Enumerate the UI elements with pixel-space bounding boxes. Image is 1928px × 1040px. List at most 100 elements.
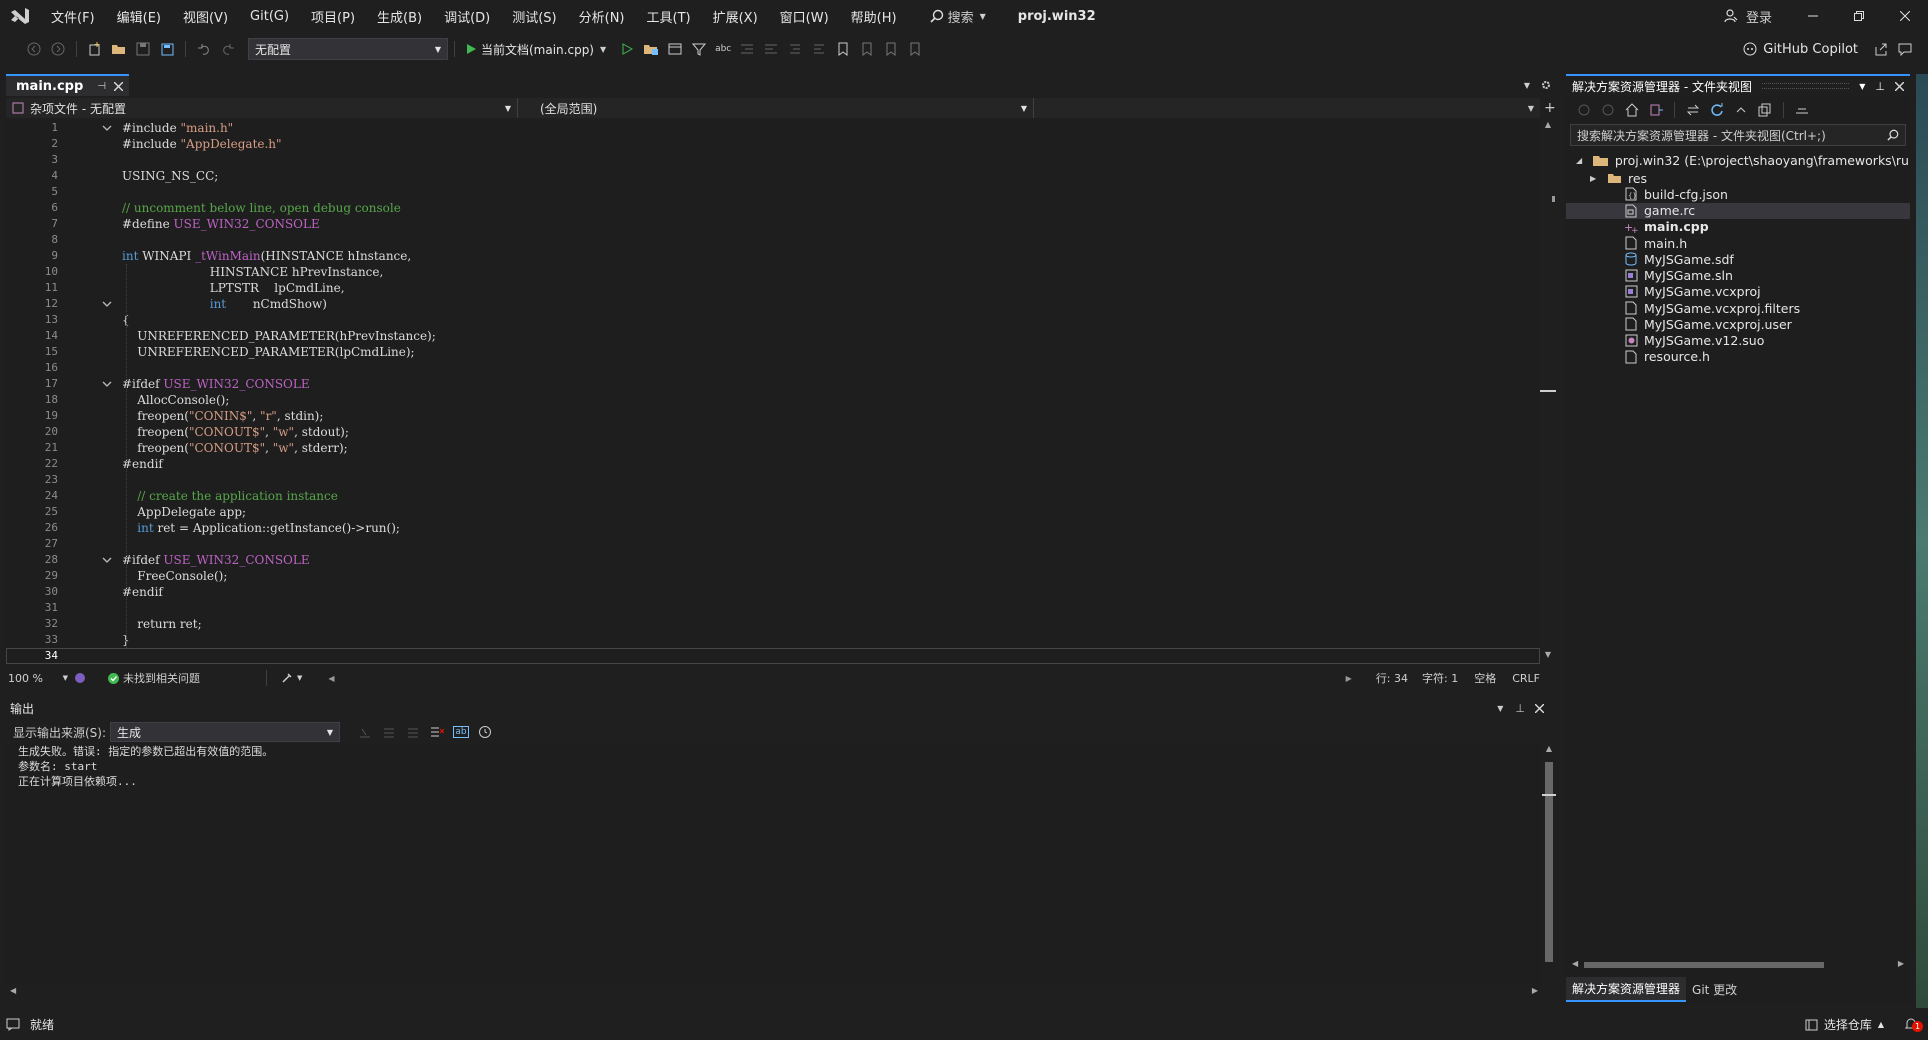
fold-toggle-icon[interactable] (102, 552, 114, 568)
code-line[interactable]: 14 UNREFERENCED_PARAMETER(hPrevInstance)… (6, 328, 1540, 344)
code-line[interactable]: 28 #ifdef USE_WIN32_CONSOLE (6, 552, 1540, 568)
search-icon[interactable] (1887, 129, 1899, 141)
menu-item[interactable]: 文件(F) (40, 0, 106, 32)
menu-item[interactable]: 编辑(E) (106, 0, 172, 32)
scroll-left-arrow-icon[interactable]: ◀ (10, 986, 16, 995)
word-wrap-icon[interactable]: ab (450, 721, 472, 743)
uncomment-icon[interactable] (808, 38, 830, 60)
code-line[interactable]: 6 // uncomment below line, open debug con… (6, 200, 1540, 216)
code-line[interactable]: 5 (6, 184, 1540, 200)
tab-git-changes[interactable]: Git 更改 (1686, 978, 1743, 1001)
layout-icon[interactable] (664, 38, 686, 60)
next-bookmark-icon[interactable] (880, 38, 902, 60)
code-line[interactable]: 10 HINSTANCE hPrevInstance, (6, 264, 1540, 280)
code-line[interactable]: 25 AppDelegate app; (6, 504, 1540, 520)
close-panel-icon[interactable] (1535, 703, 1544, 713)
visual-studio-logo-icon[interactable] (0, 0, 40, 32)
collapse-all-icon[interactable] (1730, 99, 1752, 121)
intellicode-icon[interactable] (74, 672, 86, 684)
code-line[interactable]: 15 UNREFERENCED_PARAMETER(lpCmdLine); (6, 344, 1540, 360)
symbol-scope-select[interactable]: (全局范围) ▼ (534, 98, 1034, 118)
code-line[interactable]: 24 // create the application instance (6, 488, 1540, 504)
menu-item[interactable]: 窗口(W) (769, 0, 840, 32)
tree-item[interactable]: MyJSGame.sln (1566, 268, 1910, 284)
tab-main-cpp[interactable]: main.cpp ⊣ (6, 74, 130, 96)
code-line[interactable]: 19 freopen("CONIN$", "r", stdin); (6, 408, 1540, 424)
expand-arrow-icon[interactable]: ▶ (1590, 174, 1604, 183)
scroll-left-arrow-icon[interactable]: ◀ (328, 674, 334, 683)
tree-item[interactable]: MyJSGame.vcxproj.filters (1566, 300, 1910, 316)
tree-item[interactable]: MyJSGame.v12.suo (1566, 333, 1910, 349)
open-file-icon[interactable] (108, 38, 130, 60)
code-line[interactable]: 27 (6, 536, 1540, 552)
tree-item[interactable]: resource.h (1566, 349, 1910, 365)
fold-toggle-icon[interactable] (102, 296, 114, 312)
code-line[interactable]: 34 (6, 648, 1540, 664)
code-line[interactable]: 23 (6, 472, 1540, 488)
menu-item[interactable]: 分析(N) (568, 0, 636, 32)
code-line[interactable]: 13{ (6, 312, 1540, 328)
output-source-select[interactable]: 生成 ▼ (110, 722, 341, 742)
code-line[interactable]: 22 #endif (6, 456, 1540, 472)
feedback-icon[interactable] (1894, 38, 1916, 60)
code-line[interactable]: 31 (6, 600, 1540, 616)
properties-icon[interactable] (1791, 99, 1813, 121)
notifications-button[interactable]: 1 (1904, 1017, 1923, 1032)
tree-item[interactable]: + + main.cpp (1566, 219, 1910, 235)
sync-icon[interactable] (1682, 99, 1704, 121)
next-message-icon[interactable] (402, 721, 424, 743)
scroll-thumb[interactable] (1584, 962, 1824, 968)
solution-horizontal-scrollbar[interactable]: ◀ ▶ (1566, 958, 1910, 972)
indentation-mode[interactable]: 空格 (1474, 670, 1496, 686)
github-copilot-button[interactable]: GitHub Copilot (1737, 38, 1864, 60)
open-folder-icon[interactable] (640, 38, 662, 60)
tree-root-folder[interactable]: ◢ proj.win32 (E:\project\shaoyang\framew… (1566, 150, 1910, 170)
menu-item[interactable]: 项目(P) (300, 0, 366, 32)
code-line[interactable]: 33} (6, 632, 1540, 648)
menu-item[interactable]: 扩展(X) (702, 0, 769, 32)
clock-icon[interactable] (474, 721, 496, 743)
tree-item[interactable]: game.rc (1566, 202, 1910, 219)
start-without-debugging-icon[interactable] (616, 38, 638, 60)
menu-item[interactable]: 调试(D) (433, 0, 501, 32)
share-icon[interactable] (1870, 38, 1892, 60)
chevron-down-icon[interactable]: ▼ (1497, 704, 1503, 713)
menu-item[interactable]: 帮助(H) (840, 0, 908, 32)
scroll-right-arrow-icon[interactable]: ▶ (1532, 986, 1538, 995)
code-line[interactable]: 17 #ifdef USE_WIN32_CONSOLE (6, 376, 1540, 392)
code-line[interactable]: 3 (6, 152, 1540, 168)
show-all-files-icon[interactable] (1754, 99, 1776, 121)
home-icon[interactable] (1621, 99, 1643, 121)
brush-icon[interactable] (281, 672, 293, 684)
close-panel-icon[interactable] (1895, 81, 1904, 91)
code-line[interactable]: 1 #include "main.h" (6, 120, 1540, 136)
save-icon[interactable] (132, 38, 154, 60)
start-debugging-button[interactable]: 当前文档(main.cpp) ▼ (461, 38, 610, 60)
menu-item[interactable]: 视图(V) (172, 0, 239, 32)
pin-icon[interactable]: ⊣ (97, 81, 106, 92)
code-line[interactable]: 4 USING_NS_CC; (6, 168, 1540, 184)
line-ending[interactable]: CRLF (1512, 672, 1540, 685)
prev-message-icon[interactable] (378, 721, 400, 743)
clear-all-icon[interactable] (426, 721, 448, 743)
spellcheck-icon[interactable]: abc (712, 38, 734, 60)
chevron-down-icon[interactable]: ▼ (1859, 82, 1865, 91)
expand-arrow-icon[interactable]: ◢ (1576, 156, 1589, 165)
close-window-button[interactable] (1882, 0, 1928, 32)
bookmark-icon[interactable] (832, 38, 854, 60)
output-vertical-scrollbar[interactable]: ▲ (1542, 744, 1556, 984)
code-line[interactable]: 21 freopen("CONOUT$", "w", stderr); (6, 440, 1540, 456)
forward-icon[interactable] (47, 38, 69, 60)
find-message-icon[interactable] (354, 721, 376, 743)
indent-icon[interactable] (736, 38, 758, 60)
tree-item[interactable]: main.h (1566, 235, 1910, 251)
tree-item[interactable]: MyJSGame.vcxproj.user (1566, 316, 1910, 332)
tree-item[interactable]: {} build-cfg.json (1566, 186, 1910, 202)
tree-item[interactable]: ▶ res (1566, 170, 1910, 186)
code-line[interactable]: 20 freopen("CONOUT$", "w", stdout); (6, 424, 1540, 440)
menu-item[interactable]: Git(G) (239, 0, 300, 32)
code-line[interactable]: 12 int nCmdShow) (6, 296, 1540, 312)
new-project-icon[interactable] (84, 38, 106, 60)
zoom-select[interactable]: 100 % ▼ (6, 672, 68, 685)
code-line[interactable]: 11 LPTSTR lpCmdLine, (6, 280, 1540, 296)
